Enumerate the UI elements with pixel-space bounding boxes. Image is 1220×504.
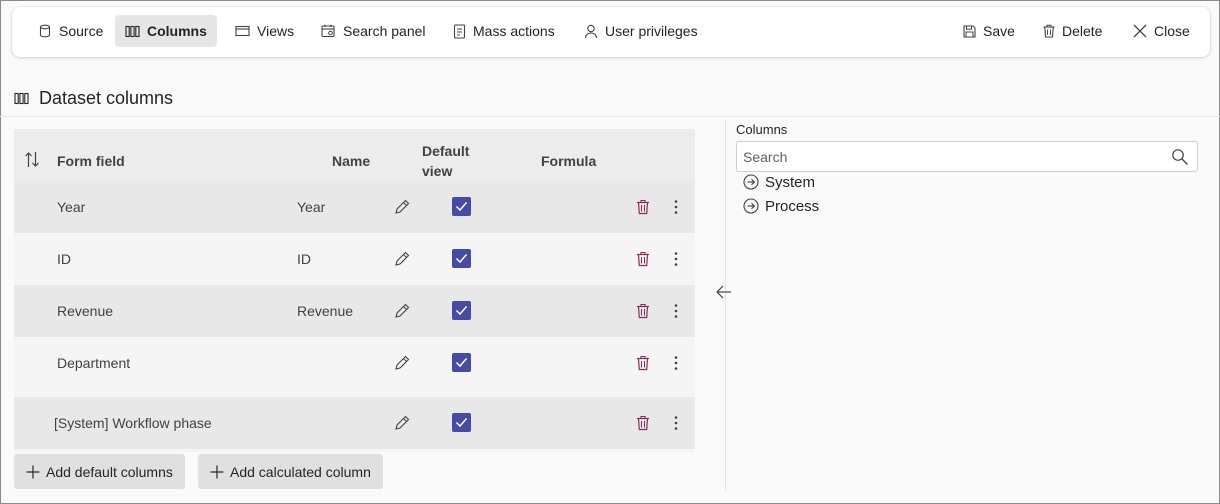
more-options-icon[interactable] [673,251,679,267]
more-options-icon[interactable] [673,199,679,215]
delete-icon[interactable] [636,199,650,215]
close-label: Close [1154,23,1190,39]
default-view-checkbox[interactable] [452,353,471,372]
add-default-columns-button[interactable]: Add default columns [14,454,185,489]
table-row: [System] Workflow phase [14,397,695,449]
form-field-cell: Year [57,199,86,215]
close-icon [1133,24,1147,38]
tree-item-process[interactable]: Process [743,196,819,216]
edit-icon[interactable] [393,198,411,216]
add-default-columns-label: Add default columns [46,463,173,480]
search-input[interactable] [737,142,1157,171]
table-header: Form field Name Default view Formula [14,129,695,181]
mass-actions-label: Mass actions [473,23,555,39]
mass-actions-icon [453,23,466,39]
delete-button[interactable]: Delete [1033,15,1112,47]
default-view-checkbox[interactable] [452,197,471,216]
edit-icon[interactable] [393,250,411,268]
close-button[interactable]: Close [1123,15,1200,47]
default-view-checkbox[interactable] [452,413,471,432]
search-panel-label: Search panel [343,23,426,39]
arrow-left-icon[interactable] [715,283,733,301]
source-label: Source [59,23,104,39]
header-name: Name [332,153,371,169]
checkmark-icon [455,202,468,212]
checkmark-icon [455,254,468,264]
panel-splitter [725,120,726,490]
checkmark-icon [455,418,468,428]
sort-icon[interactable] [24,151,40,168]
columns-table: Form field Name Default view Formula Yea… [14,129,695,452]
table-row: Revenue Revenue [14,285,695,337]
more-options-icon[interactable] [673,355,679,371]
columns-panel-label: Columns [736,122,788,137]
delete-icon [1043,24,1055,38]
columns-icon [14,92,29,104]
default-view-checkbox[interactable] [452,249,471,268]
table-row: Department [14,337,695,389]
more-options-icon[interactable] [673,415,679,431]
search-panel-button[interactable]: Search panel [311,15,436,47]
add-calculated-column-button[interactable]: Add calculated column [198,454,383,489]
form-field-cell: Revenue [57,303,114,319]
edit-icon[interactable] [393,354,411,372]
delete-icon[interactable] [636,415,650,431]
search-icon[interactable] [1171,148,1189,166]
form-field-cell: ID [57,251,71,267]
source-button[interactable]: Source [28,15,113,47]
plus-icon [210,465,224,478]
circle-arrow-right-icon [743,174,759,190]
columns-search-box [736,141,1198,172]
checkmark-icon [455,358,468,368]
delete-icon[interactable] [636,251,650,267]
page-title: Dataset columns [39,87,174,108]
name-cell: Year [297,199,326,215]
divider [0,116,1220,117]
edit-icon[interactable] [393,414,411,432]
form-field-cell: Department [57,355,131,371]
columns-label: Columns [147,23,207,39]
user-icon [584,24,598,38]
user-privileges-label: User privileges [605,23,698,39]
delete-icon[interactable] [636,303,650,319]
header-default-view-line2: view [422,163,453,179]
user-privileges-button[interactable]: User privileges [574,15,708,47]
views-button[interactable]: Views [225,15,304,47]
more-options-icon[interactable] [673,303,679,319]
tree-item-label: System [765,173,816,191]
search-panel-icon [321,24,335,38]
views-label: Views [257,23,295,39]
tree-item-label: Process [765,197,820,215]
name-cell: Revenue [297,303,354,319]
circle-arrow-right-icon [743,198,759,214]
columns-button[interactable]: Columns [115,15,217,47]
header-default-view-line1: Default [422,143,470,159]
header-formula: Formula [541,153,597,169]
table-row: Year Year [14,181,695,233]
section-header: Dataset columns [14,86,173,110]
save-button[interactable]: Save [953,15,1025,47]
default-view-checkbox[interactable] [452,301,471,320]
mass-actions-button[interactable]: Mass actions [443,15,565,47]
save-label: Save [983,23,1015,39]
delete-label: Delete [1062,23,1103,39]
database-icon [39,24,51,38]
edit-icon[interactable] [393,302,411,320]
delete-icon[interactable] [636,355,650,371]
table-row: ID ID [14,233,695,285]
form-field-cell: [System] Workflow phase [54,415,212,431]
command-toolbar: Source Columns Views Search panel Mass a… [12,7,1210,57]
add-calculated-column-label: Add calculated column [230,463,371,480]
views-icon [235,25,250,37]
tree-item-system[interactable]: System [743,172,815,192]
save-icon [963,24,976,38]
plus-icon [26,465,40,478]
name-cell: ID [297,251,311,267]
checkmark-icon [455,306,468,316]
header-form-field: Form field [57,153,125,169]
columns-icon [125,25,140,37]
